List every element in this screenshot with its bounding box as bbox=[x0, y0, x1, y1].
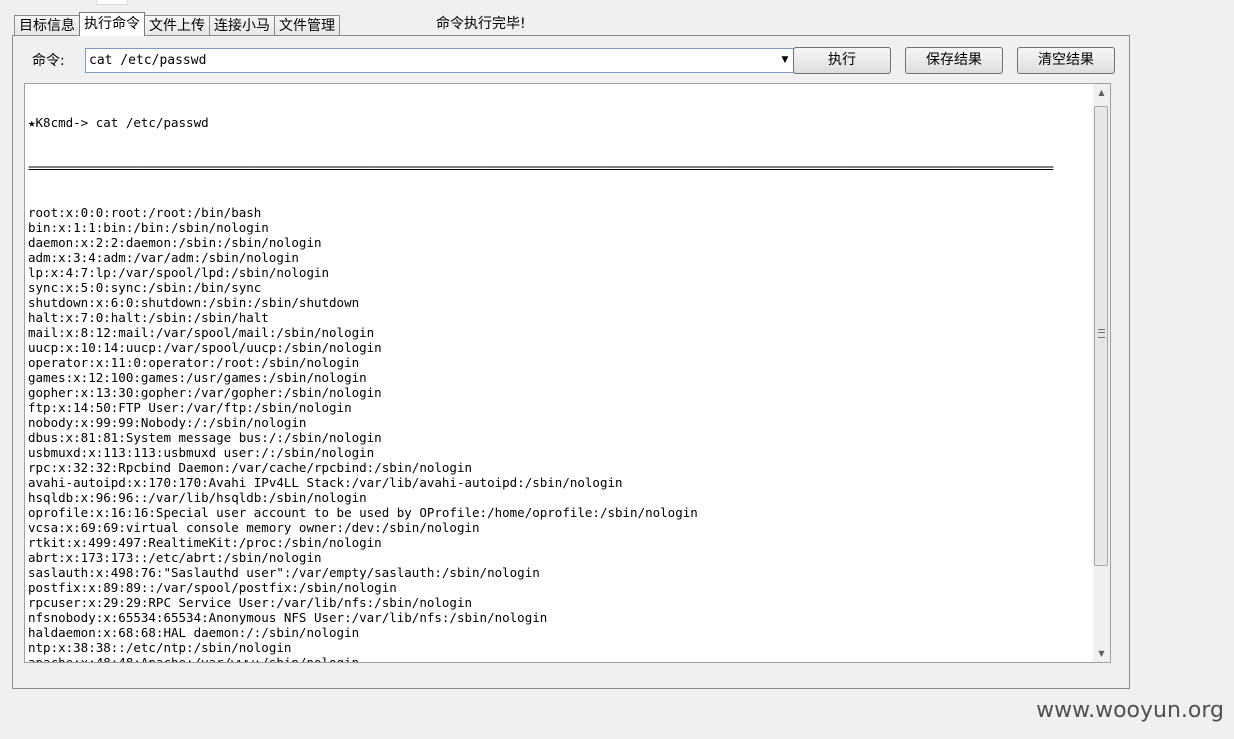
output-line: games:x:12:100:games:/usr/games:/sbin/no… bbox=[28, 370, 367, 385]
grip-icon bbox=[1098, 329, 1105, 338]
execute-button[interactable]: 执行 bbox=[793, 47, 891, 74]
clear-result-button[interactable]: 清空结果 bbox=[1017, 47, 1115, 74]
window-edge bbox=[96, 0, 128, 5]
status-message: 命令执行完毕! bbox=[436, 16, 526, 32]
output-line: apache:x:48:48:Apache:/var/www:/sbin/nol… bbox=[28, 655, 360, 663]
watermark: www.wooyun.org bbox=[1036, 698, 1224, 723]
output-line: abrt:x:173:173::/etc/abrt:/sbin/nologin bbox=[28, 550, 322, 565]
tab-file-upload[interactable]: 文件上传 bbox=[144, 15, 210, 36]
output-line: bin:x:1:1:bin:/bin:/sbin/nologin bbox=[28, 220, 269, 235]
dropdown-arrow-icon[interactable]: ▼ bbox=[776, 49, 794, 72]
output-line: uucp:x:10:14:uucp:/var/spool/uucp:/sbin/… bbox=[28, 340, 382, 355]
output-line: dbus:x:81:81:System message bus:/:/sbin/… bbox=[28, 430, 382, 445]
tab-connect-shell[interactable]: 连接小马 bbox=[209, 15, 275, 36]
output-line: sync:x:5:0:sync:/sbin:/bin/sync bbox=[28, 280, 262, 295]
output-line: oprofile:x:16:16:Special user account to… bbox=[28, 505, 698, 520]
output-line: operator:x:11:0:operator:/root:/sbin/nol… bbox=[28, 355, 360, 370]
output-line: adm:x:3:4:adm:/var/adm:/sbin/nologin bbox=[28, 250, 299, 265]
output-line: rtkit:x:499:497:RealtimeKit:/proc:/sbin/… bbox=[28, 535, 382, 550]
output-content: ★K8cmd-> cat /etc/passwd ===============… bbox=[28, 85, 1080, 663]
output-line: lp:x:4:7:lp:/var/spool/lpd:/sbin/nologin bbox=[28, 265, 330, 280]
command-label: 命令: bbox=[32, 53, 65, 69]
output-line: halt:x:7:0:halt:/sbin:/sbin/halt bbox=[28, 310, 269, 325]
scroll-down-icon[interactable]: ▼ bbox=[1093, 645, 1110, 662]
tab-file-manager[interactable]: 文件管理 bbox=[274, 15, 340, 36]
prompt-line: ★K8cmd-> cat /etc/passwd bbox=[28, 115, 209, 130]
output-line: saslauth:x:498:76:"Saslauthd user":/var/… bbox=[28, 565, 540, 580]
output-line: avahi-autoipd:x:170:170:Avahi IPv4LL Sta… bbox=[28, 475, 623, 490]
tab-execute-command[interactable]: 执行命令 bbox=[79, 12, 145, 36]
tab-target-info[interactable]: 目标信息 bbox=[14, 15, 80, 36]
output-line: ftp:x:14:50:FTP User:/var/ftp:/sbin/nolo… bbox=[28, 400, 352, 415]
output-textarea[interactable]: ★K8cmd-> cat /etc/passwd ===============… bbox=[24, 83, 1111, 663]
output-line: vcsa:x:69:69:virtual console memory owne… bbox=[28, 520, 480, 535]
output-line: rpc:x:32:32:Rpcbind Daemon:/var/cache/rp… bbox=[28, 460, 473, 475]
output-line: shutdown:x:6:0:shutdown:/sbin:/sbin/shut… bbox=[28, 295, 360, 310]
output-line: usbmuxd:x:113:113:usbmuxd user:/:/sbin/n… bbox=[28, 445, 375, 460]
output-line: postfix:x:89:89::/var/spool/postfix:/sbi… bbox=[28, 580, 397, 595]
command-combobox[interactable]: ▼ bbox=[85, 48, 795, 73]
output-line: gopher:x:13:30:gopher:/var/gopher:/sbin/… bbox=[28, 385, 382, 400]
output-line: daemon:x:2:2:daemon:/sbin:/sbin/nologin bbox=[28, 235, 322, 250]
vertical-scrollbar[interactable]: ▲ ▼ bbox=[1093, 84, 1110, 662]
output-line: mail:x:8:12:mail:/var/spool/mail:/sbin/n… bbox=[28, 325, 375, 340]
output-line: haldaemon:x:68:68:HAL daemon:/:/sbin/nol… bbox=[28, 625, 360, 640]
save-result-button[interactable]: 保存结果 bbox=[905, 47, 1003, 74]
scrollbar-thumb[interactable] bbox=[1094, 106, 1108, 566]
output-line: rpcuser:x:29:29:RPC Service User:/var/li… bbox=[28, 595, 473, 610]
output-line: nfsnobody:x:65534:65534:Anonymous NFS Us… bbox=[28, 610, 548, 625]
output-lines: root:x:0:0:root:/root:/bin/bash bin:x:1:1… bbox=[28, 205, 1080, 663]
output-line: ntp:x:38:38::/etc/ntp:/sbin/nologin bbox=[28, 640, 292, 655]
scroll-up-icon[interactable]: ▲ bbox=[1093, 84, 1110, 101]
output-line: root:x:0:0:root:/root:/bin/bash bbox=[28, 205, 262, 220]
output-line: nobody:x:99:99:Nobody:/:/sbin/nologin bbox=[28, 415, 307, 430]
tab-bar: 目标信息 执行命令 文件上传 连接小马 文件管理 bbox=[14, 12, 340, 36]
output-line: hsqldb:x:96:96::/var/lib/hsqldb:/sbin/no… bbox=[28, 490, 367, 505]
separator-line: ========================================… bbox=[28, 160, 1054, 175]
command-input[interactable] bbox=[88, 50, 759, 71]
execute-command-panel: 命令: ▼ 执行 保存结果 清空结果 ★K8cmd-> cat /etc/pas… bbox=[12, 35, 1130, 689]
